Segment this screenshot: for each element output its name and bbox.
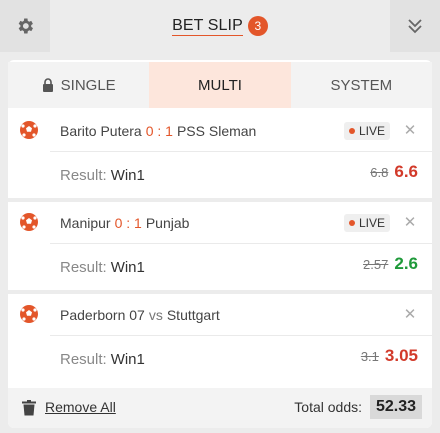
new-odds: 6.6 xyxy=(394,162,418,181)
old-odds: 2.57 xyxy=(363,257,389,272)
bet-type-tabs: SINGLE MULTI SYSTEM xyxy=(8,62,432,108)
tab-system-label: SYSTEM xyxy=(330,76,393,94)
bet-odds: 2.57 2.6 xyxy=(363,254,418,274)
home-team: Manipur xyxy=(60,214,111,231)
new-odds: 2.6 xyxy=(394,254,418,273)
bet-slip-footer: Remove All Total odds: 52.33 xyxy=(8,388,432,428)
old-odds: 6.8 xyxy=(370,165,389,180)
tab-single[interactable]: SINGLE xyxy=(8,62,150,108)
live-label: LIVE xyxy=(358,216,385,230)
result-label: Result: xyxy=(60,258,107,276)
gear-icon xyxy=(18,18,33,34)
double-chevron-down-icon xyxy=(408,19,422,34)
old-odds: 3.1 xyxy=(360,349,379,364)
soccer-ball-icon xyxy=(20,121,38,139)
tab-multi[interactable]: MULTI xyxy=(149,62,291,108)
versus-label: vs xyxy=(148,306,163,323)
away-team: Punjab xyxy=(145,214,190,231)
home-team: Paderborn 07 xyxy=(60,306,145,323)
tab-system[interactable]: SYSTEM xyxy=(290,62,432,108)
remove-bet-button[interactable]: ✕ xyxy=(402,121,418,139)
remove-all-link[interactable]: Remove All xyxy=(45,399,116,415)
trash-icon[interactable] xyxy=(22,400,36,416)
result-value: Win1 xyxy=(110,166,145,184)
live-badge: LIVE xyxy=(343,214,390,232)
remove-bet-button[interactable]: ✕ xyxy=(402,213,418,231)
sport-icon-cell xyxy=(8,294,50,334)
soccer-ball-icon xyxy=(20,213,38,231)
bet-list: Barito Putera 0 : 1 PSS Sleman LIVE ✕ Re… xyxy=(8,110,432,386)
lock-icon xyxy=(42,78,53,92)
tab-multi-label: MULTI xyxy=(198,76,242,94)
bet-item: Manipur 0 : 1 Punjab LIVE ✕ Result: Win1… xyxy=(8,202,432,294)
close-icon: ✕ xyxy=(403,306,417,323)
tab-single-label: SINGLE xyxy=(60,76,116,94)
match-teams: Paderborn 07 vs Stuttgart xyxy=(50,294,432,336)
live-dot-icon xyxy=(348,220,355,226)
total-odds-value: 52.33 xyxy=(369,395,422,419)
bet-slip-header: BET SLIP 3 xyxy=(0,0,440,52)
close-icon: ✕ xyxy=(403,214,417,231)
result-value: Win1 xyxy=(110,258,145,276)
bet-slip-title: BET SLIP xyxy=(172,17,243,36)
bet-odds: 3.1 3.05 xyxy=(361,346,418,366)
bet-odds: 6.8 6.6 xyxy=(370,162,418,182)
live-dot-icon xyxy=(348,128,355,134)
away-team: Stuttgart xyxy=(166,306,220,323)
collapse-button[interactable] xyxy=(390,0,440,52)
result-value: Win1 xyxy=(110,350,145,368)
close-icon: ✕ xyxy=(403,122,417,139)
live-label: LIVE xyxy=(358,124,385,138)
result-label: Result: xyxy=(60,166,107,184)
away-team: PSS Sleman xyxy=(176,122,257,139)
live-badge: LIVE xyxy=(343,122,390,140)
settings-button[interactable] xyxy=(0,0,50,52)
match-score: 0 : 1 xyxy=(145,122,173,139)
match-score: 0 : 1 xyxy=(114,214,142,231)
remove-bet-button[interactable]: ✕ xyxy=(402,305,418,323)
result-label: Result: xyxy=(60,350,107,368)
bet-item: Paderborn 07 vs Stuttgart ✕ Result: Win1… xyxy=(8,294,432,386)
home-team: Barito Putera xyxy=(60,122,142,139)
new-odds: 3.05 xyxy=(384,346,418,365)
bet-item: Barito Putera 0 : 1 PSS Sleman LIVE ✕ Re… xyxy=(8,110,432,202)
sport-icon-cell xyxy=(8,202,50,242)
bet-slip-title-area: BET SLIP 3 xyxy=(50,0,390,52)
bet-count-badge: 3 xyxy=(247,16,268,36)
total-odds-label: Total odds: xyxy=(294,399,362,415)
sport-icon-cell xyxy=(8,110,50,150)
soccer-ball-icon xyxy=(20,305,38,323)
